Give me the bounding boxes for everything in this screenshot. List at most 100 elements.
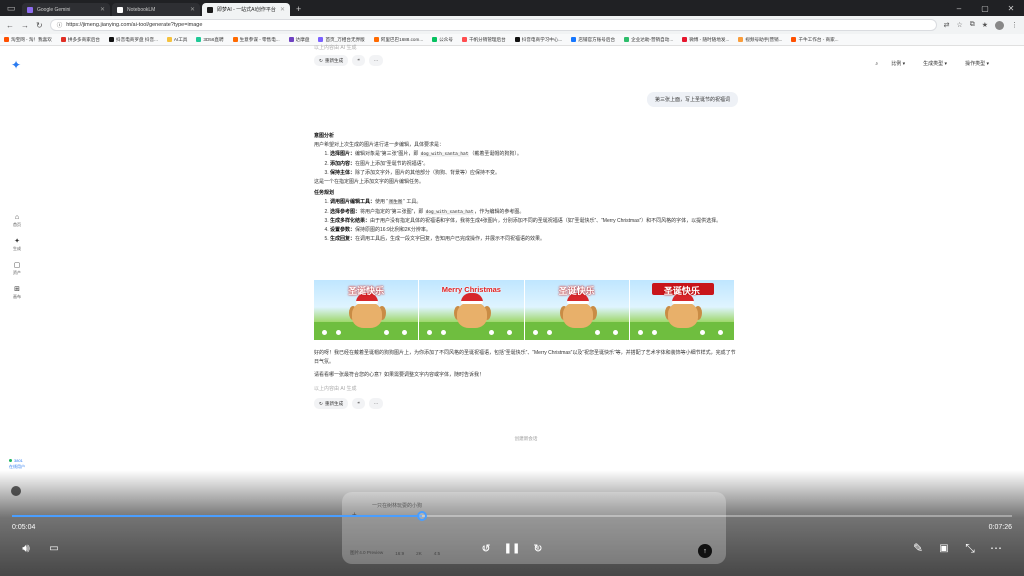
bookmark-item[interactable]: 淘宝网 - 淘！我喜欢 (4, 37, 52, 43)
quote-button[interactable]: ❝ (352, 55, 365, 66)
op-type-select[interactable]: 操作类型 ▾ (960, 58, 994, 69)
sidebar-item[interactable]: ▢ 资产 (13, 261, 21, 276)
profile-avatar[interactable] (995, 20, 1004, 30)
timeline-scrubber[interactable] (417, 511, 427, 521)
ratio-select[interactable]: 比例 ▾ (886, 58, 910, 69)
extensions-icon[interactable]: ⧉ (970, 21, 975, 29)
bookmark-item[interactable]: 视频号助手|营销... (738, 37, 782, 43)
dog-figure (352, 302, 382, 328)
new-tab-button[interactable]: + (296, 3, 301, 16)
generated-image[interactable]: Merry Christmas (419, 280, 524, 340)
bookmark-item[interactable]: 3D56直聘 (196, 36, 224, 43)
captions-icon[interactable]: ▭ (44, 538, 64, 558)
tab-close-icon[interactable]: ✕ (280, 6, 285, 13)
list-item-text: 在调用工具后，生成一段文字回复，告知用户已完成操作，并展示不同祝福语的效果。 (355, 236, 546, 243)
bookmark-item[interactable]: 千帆分销管理后台 (461, 37, 506, 43)
sidebar-item[interactable]: ✦ 生成 (13, 237, 21, 252)
bookmark-item[interactable]: 店铺官方账号后台 (571, 37, 615, 43)
volume-icon[interactable]: 🔊︎ (16, 538, 36, 558)
bookmark-item[interactable]: 公众号 (432, 37, 453, 43)
pause-icon[interactable]: ❚❚ (502, 538, 522, 558)
new-session-divider[interactable]: 创建新会话 (314, 436, 738, 442)
flower-icon (651, 330, 657, 335)
generated-image[interactable]: 圣诞快乐 (524, 280, 629, 340)
video-timeline[interactable] (12, 511, 1012, 521)
bookmark-item[interactable]: 抖音电商罗盘 抖音... (109, 37, 158, 43)
bookmark-item[interactable]: 达摩盘 (288, 37, 309, 43)
browser-menu-icon[interactable]: ⋮ (1011, 21, 1018, 29)
bookmark-favicon-icon (4, 37, 9, 42)
generated-image[interactable]: 圣诞快乐 (314, 280, 419, 340)
online-dot-icon (9, 459, 12, 462)
list-item-key: 生成多样化结果： (330, 217, 371, 224)
more-button[interactable]: ··· (368, 55, 384, 66)
list-item-text: 由于用户没有指定具体的祝福语和字体，我将生成4张图片，分别添加不同的圣诞祝福语（… (370, 217, 722, 224)
bookmark-item[interactable]: 微博 - 随时随地发... (682, 37, 729, 43)
generated-image[interactable]: 圣诞快乐 (629, 280, 734, 340)
bookmark-item[interactable]: 阿里巴巴1688.com... (373, 37, 423, 43)
browser-tab[interactable]: NotebookLM ✕ (112, 3, 200, 16)
bookmark-item[interactable]: 企业达助-营销自动... (624, 37, 673, 43)
generated-images: 圣诞快乐 Merry Christmas 圣诞快乐 圣诞快乐 (314, 280, 734, 340)
translate-icon[interactable]: ⇄ (944, 21, 950, 29)
bookmark-label: 首页_万相台无界版 (325, 36, 365, 42)
user-message: 第三张上面，写上圣诞节的祝福词 (646, 92, 738, 107)
flower-icon (441, 330, 447, 335)
back-icon[interactable]: ← (6, 21, 14, 30)
url-field[interactable]: ⓘ https://jimeng.jianying.com/ai-tool/ge… (49, 19, 937, 31)
browser-tab[interactable]: Google Gemini ✕ (22, 3, 110, 16)
bookmark-label: 拼多多商家后台 (67, 36, 101, 42)
more-options-icon[interactable]: ⋯ (986, 538, 1006, 558)
tab-close-icon[interactable]: ✕ (100, 6, 105, 13)
maximize-icon[interactable]: ▢ (972, 0, 998, 16)
bookmark-item[interactable]: 生意参谋 - 零售电... (232, 37, 280, 43)
list-item-key: 添加内容： (330, 160, 356, 167)
bookmark-item[interactable]: 抖音电商学习中心... (514, 37, 562, 43)
regenerate-button[interactable]: ↻ 重新生成 (314, 55, 349, 66)
miniplayer-icon[interactable]: ▣ (934, 538, 954, 558)
assistant-reasoning: 意图分析 用户希望对上次生成的图片进行进一步编辑，具体要求是： 选择图片：编辑对… (314, 130, 738, 244)
bookmark-item[interactable]: 首页_万相台无界版 (318, 36, 365, 43)
search-icon[interactable]: ⌕ (875, 61, 878, 67)
list-item: 设置参数：保持原图的16:9比例和2K分辨率。 (330, 226, 738, 235)
url-text: https://jimeng.jianying.com/ai-tool/gene… (66, 22, 203, 28)
list-item: 调用图片编辑工具：使用 “图生图” 工具。 (330, 198, 738, 207)
bookmark-label: 3D56直聘 (203, 36, 224, 42)
quote-button[interactable]: ❝ (352, 397, 365, 409)
minimize-icon[interactable]: – (946, 0, 972, 16)
exit-fullscreen-icon[interactable]: ⤡ (960, 538, 980, 558)
image-caption: 圣诞快乐 (558, 286, 595, 296)
bookmark-item[interactable]: AI工具 (166, 37, 187, 43)
site-info-icon[interactable]: ⓘ (57, 21, 63, 29)
intent-outro: 这是一个在指定图片上添加文字的图片编辑任务。 (314, 179, 425, 186)
gen-type-select[interactable]: 生成类型 ▾ (918, 58, 952, 69)
seek-back-button[interactable]: ↺ 10 (476, 538, 496, 558)
sidebar-item[interactable]: ⊞ 画布 (13, 285, 21, 300)
seek-forward-button[interactable]: ↻ 30 (528, 538, 548, 558)
bookmark-item[interactable]: 千牛工作台 - 商家... (791, 37, 839, 43)
bookmark-item[interactable]: 拼多多商家后台 (60, 36, 101, 43)
composer-placeholder: 一只在树林玩耍的小狗 (372, 503, 423, 509)
pen-icon[interactable]: ✎ (908, 538, 928, 558)
close-window-icon[interactable]: ✕ (998, 0, 1024, 16)
regenerate-button[interactable]: ↻ 重新生成 (314, 397, 349, 409)
reload-icon[interactable]: ↻ (36, 21, 43, 30)
plan-title: 任务规划 (314, 190, 335, 197)
browser-tab[interactable]: 即梦AI - 一站式AI创作平台 ✕ (202, 3, 290, 16)
forward-icon[interactable]: → (21, 21, 29, 30)
tab-close-icon[interactable]: ✕ (190, 6, 195, 13)
bookmark-star-icon[interactable]: ☆ (956, 21, 962, 29)
folder-icon: ▢ (13, 262, 21, 269)
flower-icon (637, 330, 643, 335)
bookmark-favicon-icon (624, 37, 630, 42)
favorites-icon[interactable]: ★ (982, 21, 988, 29)
bookmark-favicon-icon (60, 37, 66, 42)
sidebar-item[interactable]: ⌂ 首页 (13, 214, 21, 228)
dog-figure (457, 302, 488, 328)
jimeng-logo[interactable]: ✦ (11, 58, 21, 72)
list-item-key: 保持主体： (330, 169, 356, 176)
list-item-text: 将用户指定的“第三张图”，即 (360, 208, 425, 215)
more-button[interactable]: ··· (368, 397, 384, 409)
image-caption: 圣诞快乐 (663, 286, 700, 296)
tab-actions-icon[interactable]: ▭ (0, 0, 22, 16)
